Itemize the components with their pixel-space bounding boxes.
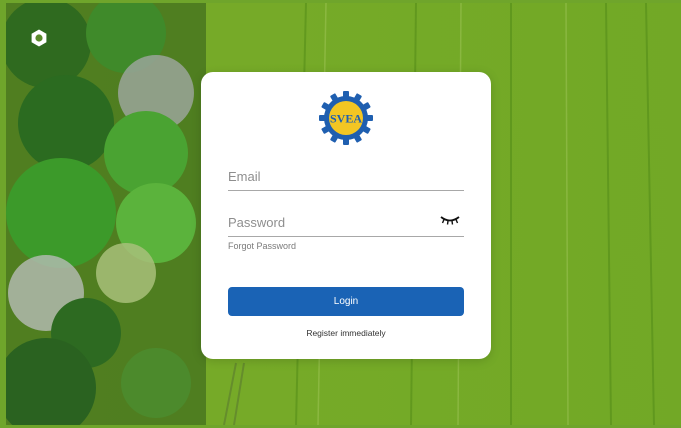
register-link[interactable]: Register immediately — [201, 328, 491, 338]
forgot-password-link[interactable]: Forgot Password — [228, 241, 296, 251]
login-button[interactable]: Login — [228, 287, 464, 316]
password-field — [228, 210, 464, 237]
login-screen: SVEA Forgot Password Login Register imme… — [0, 0, 681, 428]
login-card: SVEA Forgot Password Login Register imme… — [201, 72, 491, 359]
gear-icon — [31, 29, 47, 47]
password-input[interactable] — [228, 210, 464, 234]
svea-logo-text: SVEA — [330, 112, 362, 126]
email-field — [228, 164, 464, 191]
email-input[interactable] — [228, 164, 464, 188]
svea-logo: SVEA — [319, 91, 373, 145]
eye-closed-icon[interactable] — [440, 214, 460, 226]
settings-button[interactable] — [28, 27, 50, 49]
